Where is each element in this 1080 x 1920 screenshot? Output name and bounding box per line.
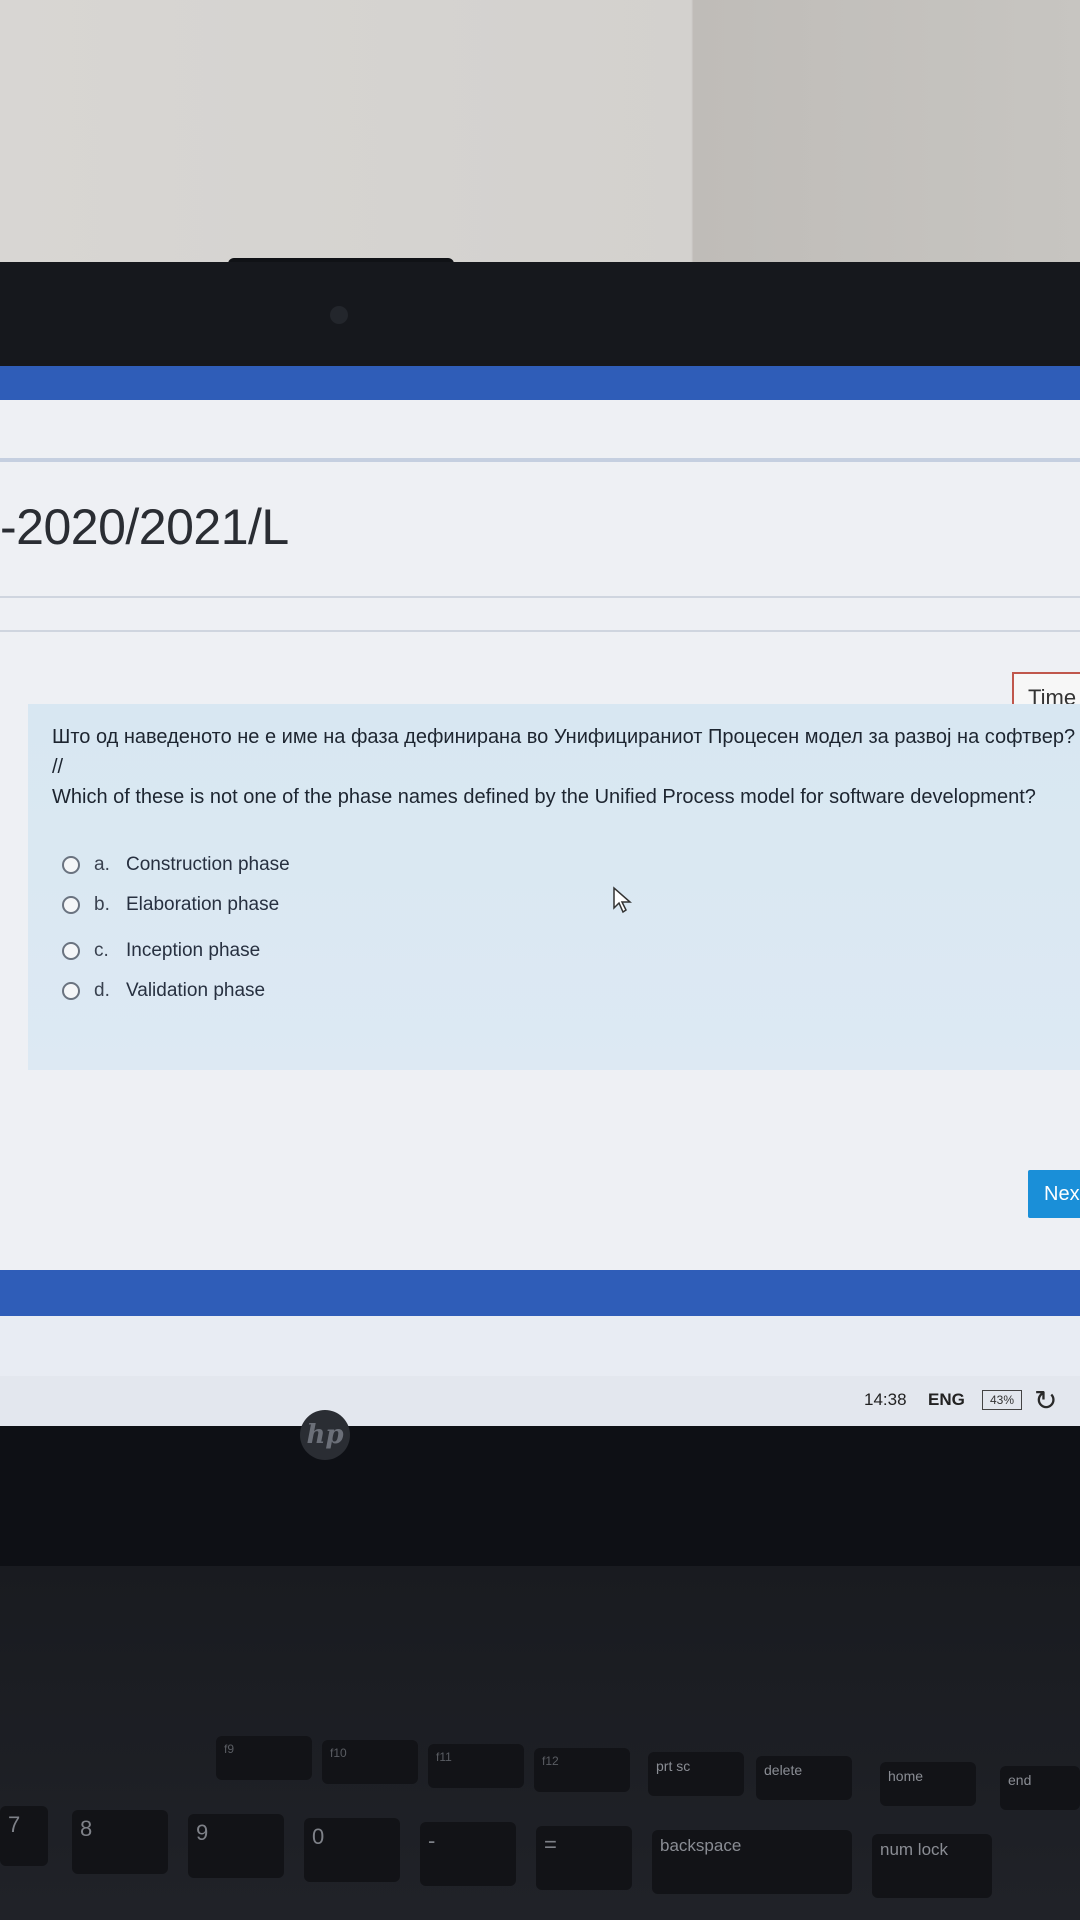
laptop-screen: -2020/2021/L Time Што од наведеното не е… (0, 366, 1080, 1426)
battery-indicator[interactable]: 43% (982, 1390, 1022, 1410)
key-end: end (1000, 1766, 1080, 1810)
key-minus: - (420, 1822, 516, 1886)
option-letter: c. (94, 940, 109, 961)
option-label: Construction phase (126, 854, 290, 875)
next-page-button[interactable]: Nex (1028, 1170, 1080, 1218)
option-letter: a. (94, 854, 110, 875)
radio-button[interactable] (62, 856, 80, 874)
key-home: home (880, 1762, 976, 1806)
screen-bezel-top (0, 262, 1080, 382)
question-panel: Што од наведеното не е име на фаза дефин… (28, 704, 1080, 1070)
key-8: 8 (72, 1810, 168, 1874)
radio-button[interactable] (62, 982, 80, 1000)
footer-bar (0, 1270, 1080, 1316)
content-divider (0, 630, 1080, 632)
answer-option-a[interactable]: a. Construction phase (62, 850, 290, 880)
screen-bezel-bottom (0, 1426, 1080, 1566)
answer-option-d[interactable]: d. Validation phase (62, 976, 265, 1006)
background-wall (0, 0, 1080, 268)
mouse-cursor-icon (613, 886, 632, 914)
key-num-lock: num lock (872, 1834, 992, 1898)
question-text-macedonian: Што од наведеното не е име на фаза дефин… (52, 726, 1076, 748)
hp-logo: hp (300, 1410, 350, 1460)
option-label: Validation phase (126, 980, 266, 1001)
key-delete: delete (756, 1756, 852, 1800)
key-f11: f11 (428, 1744, 524, 1788)
question-text-english: Which of these is not one of the phase n… (52, 786, 1036, 808)
course-title: -2020/2021/L (0, 499, 289, 555)
radio-button[interactable] (62, 942, 80, 960)
key-f9: f9 (216, 1736, 312, 1780)
title-divider (0, 596, 1080, 598)
header-divider (0, 458, 1080, 462)
option-label: Inception phase (126, 940, 261, 961)
key-backspace: backspace (652, 1830, 852, 1894)
key-prt-sc: prt sc (648, 1752, 744, 1796)
key-equals: = (536, 1826, 632, 1890)
taskbar-clock[interactable]: 14:38 (864, 1390, 907, 1410)
key-0: 0 (304, 1818, 400, 1882)
answer-option-b[interactable]: b. Elaboration phase (62, 890, 279, 920)
browser-header-bar (0, 366, 1080, 400)
answer-option-c[interactable]: c. Inception phase (62, 936, 260, 966)
option-label: Elaboration phase (126, 894, 280, 915)
refresh-icon[interactable]: ↻ (1034, 1384, 1057, 1417)
language-indicator[interactable]: ENG (928, 1390, 965, 1410)
radio-button[interactable] (62, 896, 80, 914)
taskbar: 14:38 ENG 43% ↻ (0, 1376, 1080, 1426)
keyboard: f9 f10 f11 f12 prt sc delete home end 7 … (0, 1566, 1080, 1920)
webcam (330, 306, 348, 324)
option-letter: d. (94, 980, 110, 1001)
key-9: 9 (188, 1814, 284, 1878)
option-letter: b. (94, 894, 110, 915)
key-f10: f10 (322, 1740, 418, 1784)
key-f12: f12 (534, 1748, 630, 1792)
key-7: 7 (0, 1806, 48, 1866)
question-separator: // (52, 756, 64, 778)
